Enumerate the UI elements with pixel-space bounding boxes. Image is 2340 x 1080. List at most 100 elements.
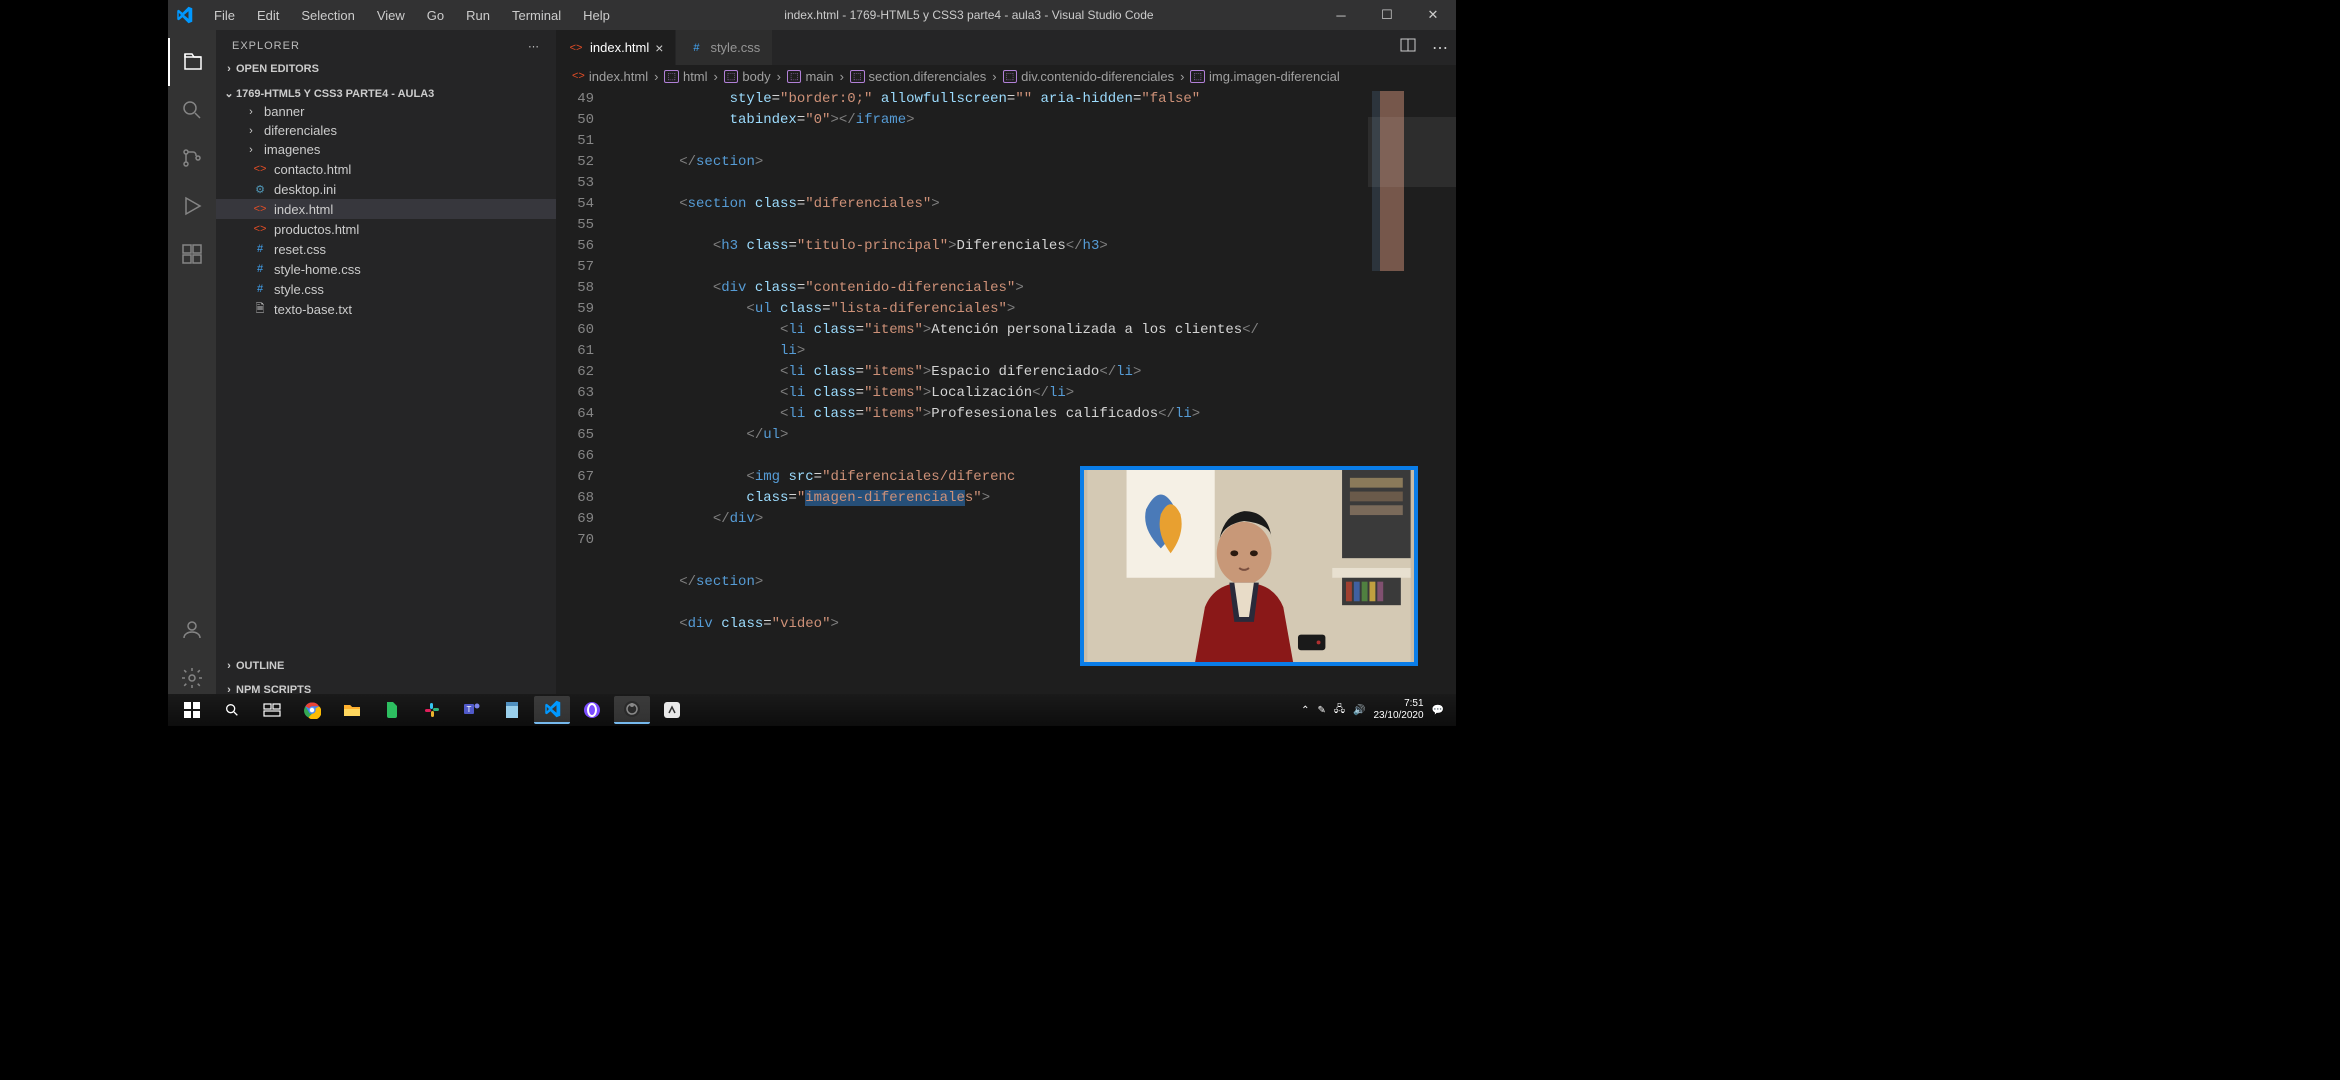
menu-view[interactable]: View bbox=[367, 4, 415, 27]
notifications-icon[interactable]: 💬 bbox=[1432, 705, 1444, 716]
split-editor-icon[interactable] bbox=[1400, 37, 1416, 58]
css-file-icon: # bbox=[252, 261, 268, 277]
symbol-icon: ⬚ bbox=[850, 70, 865, 83]
css-file-icon: # bbox=[688, 40, 704, 56]
chevron-right-icon: › bbox=[714, 69, 718, 84]
more-actions-icon[interactable]: ⋯ bbox=[1432, 38, 1448, 58]
close-window-button[interactable]: ✕ bbox=[1410, 0, 1456, 30]
tab-index-html[interactable]: <> index.html × bbox=[556, 30, 676, 65]
file-texto-base-txt[interactable]: 🗎texto-base.txt bbox=[216, 299, 556, 319]
symbol-icon: ⬚ bbox=[664, 70, 679, 83]
chrome-icon[interactable] bbox=[294, 696, 330, 724]
menu-file[interactable]: File bbox=[204, 4, 245, 27]
maximize-button[interactable]: ☐ bbox=[1364, 0, 1410, 30]
explorer-sidebar: EXPLORER ⋯ › OPEN EDITORS ⌄ 1769-HTML5 Y… bbox=[216, 30, 556, 702]
css-file-icon: # bbox=[252, 281, 268, 297]
html-file-icon: <> bbox=[568, 40, 584, 56]
network-icon[interactable]: 🖧 bbox=[1334, 702, 1345, 719]
folder-diferenciales[interactable]: ›diferenciales bbox=[216, 121, 556, 140]
system-tray[interactable]: ⌃ ✎ 🖧 🔊 7:51 23/10/2020 💬 bbox=[1301, 698, 1450, 722]
close-tab-icon[interactable]: × bbox=[655, 40, 663, 56]
chevron-down-icon: ⌄ bbox=[222, 87, 236, 100]
chevron-right-icon: › bbox=[222, 660, 236, 672]
line-gutter: 4950515253545556575859606162636465666768… bbox=[556, 87, 612, 702]
chevron-right-icon: › bbox=[777, 69, 781, 84]
file-explorer-icon[interactable] bbox=[334, 696, 370, 724]
title-bar: File Edit Selection View Go Run Terminal… bbox=[168, 0, 1456, 30]
vscode-icon[interactable] bbox=[534, 696, 570, 724]
html-file-icon: <> bbox=[252, 161, 268, 177]
start-button[interactable] bbox=[174, 696, 210, 724]
webcam-overlay bbox=[1080, 466, 1418, 666]
menu-go[interactable]: Go bbox=[417, 4, 454, 27]
html-file-icon: <> bbox=[252, 201, 268, 217]
symbol-icon: ⬚ bbox=[787, 70, 802, 83]
file-reset-css[interactable]: #reset.css bbox=[216, 239, 556, 259]
explorer-title: EXPLORER bbox=[232, 40, 300, 53]
windows-taskbar: T ⌃ ✎ 🖧 🔊 7:51 23/10/2020 💬 bbox=[168, 694, 1456, 726]
open-editors-section[interactable]: › OPEN EDITORS bbox=[216, 61, 556, 77]
file-desktop-ini[interactable]: ⚙desktop.ini bbox=[216, 179, 556, 199]
chevron-right-icon: › bbox=[654, 69, 658, 84]
file-contacto-html[interactable]: <>contacto.html bbox=[216, 159, 556, 179]
evernote-icon[interactable] bbox=[374, 696, 410, 724]
symbol-icon: ⬚ bbox=[1003, 70, 1018, 83]
tab-style-css[interactable]: # style.css bbox=[676, 30, 773, 65]
opera-icon[interactable] bbox=[574, 696, 610, 724]
file-style-home-css[interactable]: #style-home.css bbox=[216, 259, 556, 279]
teams-icon[interactable]: T bbox=[454, 696, 490, 724]
extensions-icon[interactable] bbox=[168, 230, 216, 278]
chevron-right-icon: › bbox=[222, 63, 236, 75]
minimap-slider[interactable] bbox=[1368, 117, 1456, 187]
volume-icon[interactable]: 🔊 bbox=[1353, 705, 1365, 716]
chevron-right-icon: › bbox=[992, 69, 996, 84]
explorer-icon[interactable] bbox=[168, 38, 216, 86]
more-icon[interactable]: ⋯ bbox=[528, 40, 540, 53]
menu-run[interactable]: Run bbox=[456, 4, 500, 27]
menu-terminal[interactable]: Terminal bbox=[502, 4, 571, 27]
tab-bar: <> index.html × # style.css ⋯ bbox=[556, 30, 1456, 65]
app-icon[interactable] bbox=[654, 696, 690, 724]
window-title: index.html - 1769-HTML5 y CSS3 parte4 - … bbox=[620, 8, 1318, 22]
menu-selection[interactable]: Selection bbox=[291, 4, 364, 27]
notepad-icon[interactable] bbox=[494, 696, 530, 724]
source-control-icon[interactable] bbox=[168, 134, 216, 182]
menu-help[interactable]: Help bbox=[573, 4, 620, 27]
account-icon[interactable] bbox=[168, 606, 216, 654]
clock[interactable]: 7:51 23/10/2020 bbox=[1373, 698, 1423, 722]
menu-bar: File Edit Selection View Go Run Terminal… bbox=[200, 4, 620, 27]
search-icon[interactable] bbox=[168, 86, 216, 134]
minimize-button[interactable]: ─ bbox=[1318, 0, 1364, 30]
folder-imagenes[interactable]: ›imagenes bbox=[216, 140, 556, 159]
chevron-right-icon: › bbox=[244, 106, 258, 118]
folder-banner[interactable]: ›banner bbox=[216, 102, 556, 121]
file-productos-html[interactable]: <>productos.html bbox=[216, 219, 556, 239]
chevron-right-icon: › bbox=[244, 125, 258, 137]
activity-bar bbox=[168, 30, 216, 702]
project-folder[interactable]: ⌄ 1769-HTML5 Y CSS3 PARTE4 - AULA3 bbox=[216, 85, 556, 102]
outline-section[interactable]: › OUTLINE bbox=[216, 658, 556, 674]
file-style-css[interactable]: #style.css bbox=[216, 279, 556, 299]
input-icon[interactable]: ✎ bbox=[1317, 705, 1325, 716]
symbol-icon: ⬚ bbox=[724, 70, 739, 83]
css-file-icon: # bbox=[252, 241, 268, 257]
vscode-logo-icon bbox=[168, 0, 200, 30]
task-view-icon[interactable] bbox=[254, 696, 290, 724]
chevron-right-icon: › bbox=[244, 144, 258, 156]
chevron-right-icon: › bbox=[840, 69, 844, 84]
html-file-icon: <> bbox=[252, 221, 268, 237]
breadcrumbs[interactable]: <>index.html › ⬚html › ⬚body › ⬚main › ⬚… bbox=[556, 65, 1456, 87]
obs-icon[interactable] bbox=[614, 696, 650, 724]
txt-file-icon: 🗎 bbox=[252, 301, 268, 317]
run-debug-icon[interactable] bbox=[168, 182, 216, 230]
chevron-right-icon: › bbox=[1180, 69, 1184, 84]
search-icon[interactable] bbox=[214, 696, 250, 724]
slack-icon[interactable] bbox=[414, 696, 450, 724]
ini-file-icon: ⚙ bbox=[252, 181, 268, 197]
file-index-html[interactable]: <>index.html bbox=[216, 199, 556, 219]
html-file-icon: <> bbox=[572, 70, 585, 82]
symbol-icon: ⬚ bbox=[1190, 70, 1205, 83]
svg-text:T: T bbox=[467, 705, 472, 714]
chevron-up-icon[interactable]: ⌃ bbox=[1301, 705, 1309, 716]
menu-edit[interactable]: Edit bbox=[247, 4, 289, 27]
